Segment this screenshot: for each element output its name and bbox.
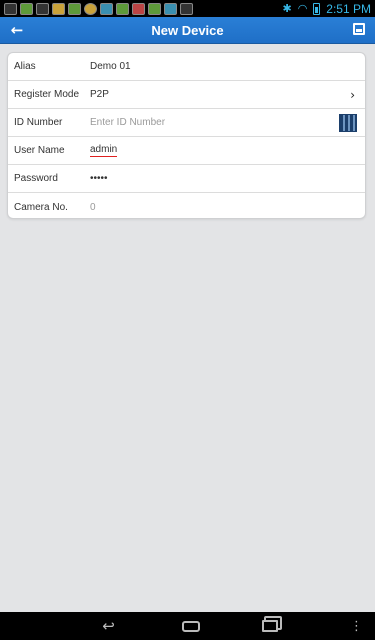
alias-input[interactable]: Demo 01	[90, 61, 131, 72]
register-mode-value[interactable]: P2P	[90, 89, 109, 100]
alias-label: Alias	[14, 61, 36, 72]
id-number-label: ID Number	[14, 117, 63, 128]
notification-icon	[4, 2, 17, 15]
nav-recent-apps-icon[interactable]	[261, 620, 278, 632]
register-mode-label: Register Mode	[14, 89, 80, 100]
notification-icon	[68, 2, 81, 15]
nav-menu-icon[interactable]: ⋮	[350, 619, 363, 634]
back-arrow-icon[interactable]: ←	[8, 21, 26, 39]
password-label: Password	[14, 173, 58, 184]
notification-icon	[148, 2, 161, 15]
device-form-card: Alias Demo 01 Register Mode P2P › ID Num…	[7, 52, 366, 219]
password-row[interactable]: Password •••••	[8, 165, 365, 193]
id-number-row[interactable]: ID Number Enter ID Number	[8, 109, 365, 137]
save-icon[interactable]	[353, 23, 365, 35]
notification-icon	[20, 2, 33, 15]
user-name-input[interactable]: admin	[90, 144, 118, 157]
register-mode-row[interactable]: Register Mode P2P ›	[8, 81, 365, 109]
nav-back-icon[interactable]: ↩	[98, 617, 120, 635]
status-bar: ✱ ◠ 2:51 PM	[0, 0, 375, 17]
camera-no-row[interactable]: Camera No. 0	[8, 193, 365, 221]
user-name-label: User Name	[14, 145, 65, 156]
alias-row[interactable]: Alias Demo 01	[8, 53, 365, 81]
bluetooth-icon: ✱	[282, 2, 292, 15]
nav-home-icon[interactable]	[181, 620, 200, 632]
wifi-icon: ◠	[297, 2, 308, 15]
notification-icon	[84, 2, 97, 15]
system-icons: ✱ ◠ 2:51 PM	[282, 2, 371, 16]
status-clock: 2:51 PM	[326, 1, 371, 16]
notification-icon	[116, 2, 129, 15]
notification-icon	[132, 2, 145, 15]
password-input[interactable]: •••••	[90, 173, 108, 184]
user-name-row[interactable]: User Name admin	[8, 137, 365, 165]
notification-icon	[36, 2, 49, 15]
page-title: New Device	[151, 22, 224, 38]
qr-code-icon[interactable]	[339, 114, 357, 132]
battery-icon	[313, 2, 321, 15]
chevron-right-icon[interactable]: ›	[350, 88, 355, 102]
notification-icon	[164, 2, 177, 15]
notification-icon	[100, 2, 113, 15]
usb-icon	[180, 2, 193, 15]
system-navigation-bar: ↩ ⋮	[0, 612, 375, 640]
notification-icon	[52, 2, 65, 15]
camera-no-label: Camera No.	[14, 201, 68, 213]
id-number-input[interactable]: Enter ID Number	[90, 117, 165, 128]
app-bar: ← New Device	[0, 17, 375, 44]
camera-no-input[interactable]: 0	[90, 202, 96, 213]
notification-icons	[4, 2, 193, 15]
